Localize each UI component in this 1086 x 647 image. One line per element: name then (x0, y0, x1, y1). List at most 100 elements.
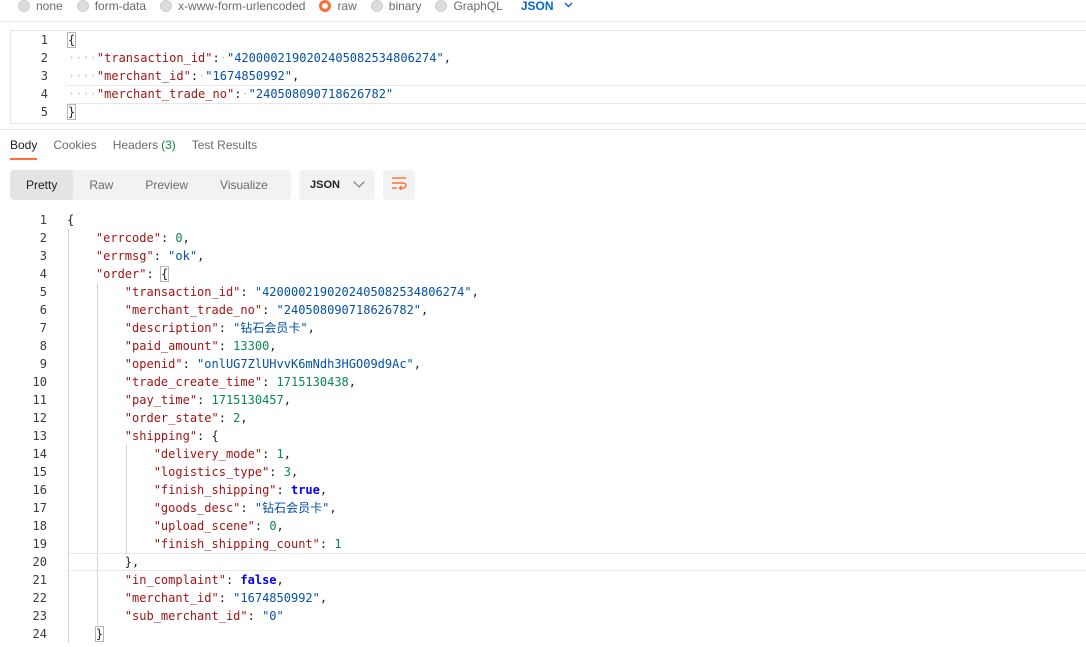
language-select-value: JSON (310, 179, 340, 191)
wrap-lines-button[interactable] (383, 170, 415, 200)
line-number: 8 (39, 339, 47, 353)
json-key: "order" (95, 267, 147, 281)
code-text: "openid": "onlUG7ZlUHvvK6mNdh3HGO09d9Ac"… (67, 355, 421, 373)
language-select[interactable]: JSON (299, 170, 375, 200)
code-text: "trade_create_time": 1715130438, (67, 373, 356, 391)
json-punct: : (197, 393, 212, 407)
code-text: "transaction_id": "420000219020240508253… (67, 283, 479, 301)
tab-label: Body (10, 138, 38, 152)
line-number: 6 (39, 303, 47, 317)
json-key: "merchant_trade_no" (96, 87, 235, 101)
code-line: 24 } (0, 625, 1086, 643)
radio-dot (76, 0, 89, 12)
line-number: 3 (39, 249, 47, 263)
radio-none[interactable]: none (18, 0, 63, 13)
view-visualize-button[interactable]: Visualize (204, 170, 284, 200)
view-pretty-button[interactable]: Pretty (10, 170, 74, 200)
code-line: 20 }, (0, 553, 1086, 571)
radio-label: none (36, 0, 63, 13)
tab-headers[interactable]: Headers (3) (113, 138, 176, 160)
json-string: "4200002190202405082534806274" (226, 51, 444, 65)
radio-form-data[interactable]: form-data (76, 0, 147, 13)
json-punct: : (262, 447, 277, 461)
json-number: 1 (276, 447, 284, 461)
radio-label: raw (337, 0, 357, 13)
json-punct: : (218, 339, 234, 353)
code-text: "order_state": 2, (67, 409, 248, 427)
json-punct: { (159, 266, 170, 282)
line-number: 5 (39, 285, 47, 299)
line-number: 13 (32, 429, 47, 443)
json-punct: : (319, 537, 335, 551)
code-text: "logistics_type": 3, (67, 463, 299, 481)
line-number: 22 (32, 591, 47, 605)
json-punct: }, (124, 555, 140, 569)
view-raw-button[interactable]: Raw (73, 170, 129, 200)
json-key: "merchant_id" (124, 591, 219, 605)
code-line: 6 "merchant_trade_no": "2405080907186267… (0, 301, 1086, 319)
code-line: 7 "description": "钻石会员卡", (0, 319, 1086, 337)
wrap-lines-icon (391, 176, 407, 195)
json-punct: : (182, 357, 198, 371)
section-divider (0, 129, 1086, 130)
code-line: 5} (11, 103, 1086, 121)
code-line: 5 "transaction_id": "4200002190202405082… (0, 283, 1086, 301)
radio-label: binary (388, 0, 422, 13)
raw-format-label: JSON (520, 0, 554, 13)
code-line: 15 "logistics_type": 3, (0, 463, 1086, 481)
line-number: 4 (39, 267, 47, 281)
code-text: "upload_scene": 0, (67, 517, 284, 535)
request-body-editor[interactable]: 1{2 ····"transaction_id":·"42000021902024… (10, 30, 1086, 124)
code-line: 10 "trade_create_time": 1715130438, (0, 373, 1086, 391)
tab-body[interactable]: Body (10, 138, 38, 160)
json-boolean: true (290, 483, 320, 497)
json-key: "errcode" (95, 231, 161, 245)
body-type-bar: none form-data x-www-form-urlencoded raw… (0, 0, 1086, 22)
json-punct: { (67, 213, 75, 227)
radio-urlencoded[interactable]: x-www-form-urlencoded (160, 0, 305, 13)
json-number: 0 (175, 231, 183, 245)
radio-graphql[interactable]: GraphQL (435, 0, 503, 13)
json-punct: : (262, 375, 277, 389)
json-number: 1715130457 (211, 393, 284, 407)
code-text: "errmsg": "ok", (67, 247, 204, 265)
tab-test-results[interactable]: Test Results (192, 138, 257, 160)
json-punct: : (269, 465, 284, 479)
json-string: "240508090718626782" (276, 303, 422, 317)
radio-raw[interactable]: raw (319, 0, 357, 13)
view-preview-button[interactable]: Preview (129, 170, 204, 200)
whitespace-marker: · (241, 87, 249, 101)
code-text: "order": { (67, 265, 170, 283)
radio-binary[interactable]: binary (370, 0, 422, 13)
code-text: } (66, 103, 77, 121)
json-key: "description" (124, 321, 219, 335)
json-string: "240508090718626782" (248, 87, 394, 101)
radio-dot-selected (319, 0, 332, 12)
code-line: 3 ····"merchant_id":·"1674850992", (11, 67, 1086, 85)
code-text: { (67, 211, 74, 229)
code-text: "sub_merchant_id": "0" (67, 607, 284, 625)
response-body-viewer[interactable]: 1{2 "errcode": 0, 3 "errmsg": "ok", 4 "ord… (0, 211, 1086, 647)
json-string: "0" (262, 609, 284, 623)
json-key: "paid_amount" (124, 339, 219, 353)
code-text: ····"merchant_trade_no":·"24050809071862… (68, 85, 393, 103)
json-key: "openid" (124, 357, 183, 371)
json-punct: : (254, 519, 270, 533)
line-number: 16 (32, 483, 47, 497)
raw-format-dropdown[interactable]: JSON (521, 0, 573, 13)
code-line: 21 "in_complaint": false, (0, 571, 1086, 589)
line-number: 24 (32, 627, 47, 641)
json-punct: : (240, 285, 255, 299)
code-text: "pay_time": 1715130457, (67, 391, 291, 409)
code-line: 9 "openid": "onlUG7ZlUHvvK6mNdh3HGO09d9A… (0, 355, 1086, 373)
line-number: 18 (32, 519, 47, 533)
json-string: "钻石会员卡" (233, 321, 308, 335)
radio-label: form-data (94, 0, 147, 13)
radio-dot (18, 0, 30, 12)
json-key: "upload_scene" (153, 519, 255, 533)
json-key: "finish_shipping" (153, 483, 277, 497)
json-number: 13300 (233, 339, 270, 353)
line-number: 9 (39, 357, 47, 371)
tab-cookies[interactable]: Cookies (53, 138, 96, 160)
line-number: 2 (39, 231, 47, 245)
